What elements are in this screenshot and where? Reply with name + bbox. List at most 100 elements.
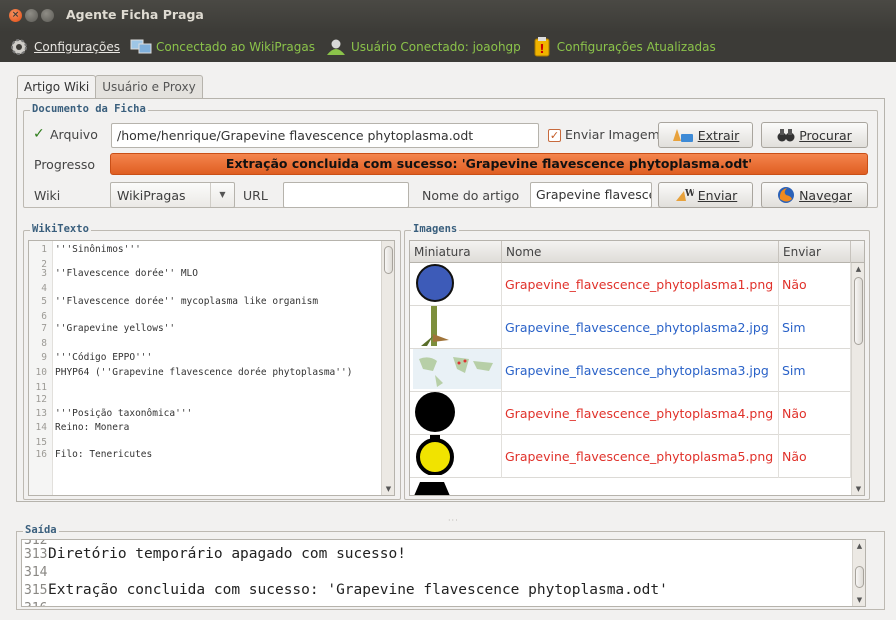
line-text (51, 283, 55, 294)
line-text (51, 382, 55, 393)
check-icon: ✓ (33, 126, 45, 142)
navegar-label: Navegar (799, 187, 852, 203)
line-text: ''Grapevine yellows'' (55, 323, 176, 334)
code-line: 4 (29, 283, 55, 296)
thumbnail-cell (410, 392, 502, 435)
procurar-button[interactable]: Procurar (761, 122, 868, 148)
code-line: 8 (29, 338, 55, 351)
extrair-button[interactable]: Extrair (658, 122, 753, 148)
console-line: 316 (22, 600, 48, 606)
line-text: Filo: Tenericutes (55, 449, 153, 460)
line-text (51, 338, 55, 349)
world-map-thumbnail (413, 349, 501, 392)
line-text: ''Flavescence dorée'' mycoplasma like or… (55, 296, 319, 307)
scroll-up-icon[interactable]: ▲ (852, 263, 864, 275)
tab-bar: Artigo Wiki Usuário e Proxy (17, 75, 203, 101)
thumbnail-cell (410, 263, 502, 306)
config-status-label: Configurações Atualizadas (556, 40, 716, 54)
splitter-handle[interactable]: ··· (448, 516, 459, 525)
status-toolbar: Configurações Concectado ao WikiPragas U… (0, 32, 896, 62)
console-line-text: Extração concluida com sucesso: 'Grapevi… (48, 582, 668, 598)
line-number: 1 (41, 244, 47, 255)
table-row[interactable]: Grapevine_flavescence_phytoplasma4.png Nã… (410, 392, 851, 435)
tab-usuario-proxy[interactable]: Usuário e Proxy (95, 75, 203, 99)
console-line: 313Diretório temporário apagado com suce… (22, 546, 406, 562)
navegar-button[interactable]: Navegar (761, 182, 868, 208)
table-header: Miniatura Nome Enviar (410, 241, 864, 263)
config-status: ! Configurações Atualizadas (531, 37, 716, 57)
code-line: 10 PHYP64 (''Grapevine flavescence dorée … (29, 367, 353, 380)
browser-icon (777, 186, 795, 204)
column-header-nome[interactable]: Nome (502, 241, 779, 263)
wikitexto-scroll-thumb[interactable] (384, 246, 393, 274)
line-number: 11 (35, 382, 47, 393)
thumbnail-cell (410, 349, 502, 392)
window-title: Agente Ficha Praga (66, 7, 204, 22)
line-number: 14 (35, 422, 47, 433)
line-number: 4 (41, 283, 47, 294)
table-row[interactable]: Grapevine_flavescence_phytoplasma1.png Nã… (410, 263, 851, 306)
line-number: 12 (35, 394, 47, 405)
line-number: 9 (41, 352, 47, 363)
scroll-down-icon[interactable]: ▼ (852, 483, 864, 495)
console-line: 314 (22, 564, 48, 580)
line-text: '''Sinônimos''' (55, 244, 141, 255)
nome-artigo-label: Nome do artigo (422, 188, 520, 203)
table-row-partial (410, 478, 850, 495)
table-row[interactable]: Grapevine_flavescence_phytoplasma2.jpg Si… (410, 306, 851, 349)
enviar-cell[interactable]: Sim (779, 306, 851, 349)
line-text (51, 394, 55, 405)
enviar-imagem-checkbox[interactable]: ✓ (548, 129, 561, 142)
network-icon (130, 37, 152, 57)
output-console[interactable]: 312 313Diretório temporário apagado com s… (21, 539, 866, 607)
console-line-number: 316 (22, 601, 48, 606)
minimize-window-button[interactable] (25, 9, 38, 22)
black-circle-thumbnail (413, 392, 457, 435)
line-number: 7 (41, 323, 47, 334)
code-line: 7 ''Grapevine yellows'' (29, 323, 175, 336)
imagens-scroll-thumb[interactable] (854, 277, 863, 345)
saida-group: Saída 312 313Diretório temporário apagado… (16, 524, 885, 610)
progress-text: Extração concluida com sucesso: 'Grapevi… (225, 156, 753, 171)
user-status-label: Usuário Conectado: joaohgp (350, 40, 521, 54)
enviar-cell[interactable]: Sim (779, 349, 851, 392)
table-row[interactable]: Grapevine_flavescence_phytoplasma3.jpg Si… (410, 349, 851, 392)
output-scrollbar[interactable]: ▲ ▼ (852, 540, 865, 606)
output-scroll-thumb[interactable] (855, 566, 864, 588)
enviar-imagem-label: Enviar Imagem (565, 127, 660, 142)
scroll-down-icon[interactable]: ▼ (853, 594, 865, 606)
arquivo-input[interactable]: /home/henrique/Grapevine flavescence phy… (111, 123, 539, 148)
gear-icon (8, 37, 30, 57)
maximize-window-button[interactable] (41, 9, 54, 22)
column-header-miniatura[interactable]: Miniatura (410, 241, 502, 263)
scroll-down-icon[interactable]: ▼ (382, 483, 394, 495)
close-window-button[interactable]: × (9, 9, 22, 22)
progress-bar: Extração concluida com sucesso: 'Grapevi… (110, 153, 868, 175)
warning-icon: ! (531, 37, 553, 57)
imagens-table: Miniatura Nome Enviar Grapevine_flavesce… (409, 240, 865, 496)
enviar-cell[interactable]: Não (779, 435, 851, 478)
url-input[interactable] (283, 182, 409, 208)
enviar-button[interactable]: W Enviar (658, 182, 753, 208)
console-line-number: 314 (24, 565, 48, 580)
code-line: 14 Reino: Monera (29, 422, 130, 435)
wikitexto-scrollbar[interactable]: ▼ (381, 241, 394, 495)
wiki-select[interactable]: WikiPragas ▼ (110, 182, 235, 208)
extract-icon (672, 127, 694, 143)
nome-artigo-input[interactable]: Grapevine flavescer (530, 182, 652, 208)
line-number: 15 (35, 437, 47, 448)
wikitexto-editor[interactable]: 1 '''Sinônimos''' 2 3 ''Flavescence dorée'' … (28, 240, 395, 496)
table-row[interactable]: Grapevine_flavescence_phytoplasma5.png Nã… (410, 435, 851, 478)
wiki-select-value: WikiPragas (117, 188, 186, 203)
enviar-cell[interactable]: Não (779, 392, 851, 435)
svg-text:!: ! (539, 42, 544, 56)
scroll-up-icon[interactable]: ▲ (853, 540, 865, 552)
enviar-cell[interactable]: Não (779, 263, 851, 306)
image-name-cell: Grapevine_flavescence_phytoplasma1.png (502, 263, 779, 306)
imagens-scrollbar[interactable]: ▲ ▼ (851, 263, 864, 495)
console-line: 315Extração concluida com sucesso: 'Grap… (22, 582, 668, 598)
column-header-enviar[interactable]: Enviar (779, 241, 851, 263)
wikitexto-group-title: WikiTexto (30, 223, 91, 235)
settings-button[interactable]: Configurações (8, 37, 120, 57)
user-icon (325, 37, 347, 57)
